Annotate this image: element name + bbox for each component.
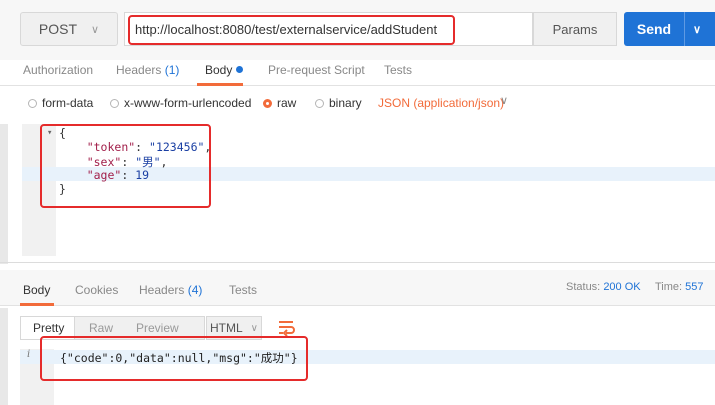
response-tab-body[interactable]: Body <box>23 283 50 297</box>
send-button[interactable]: Send ∨ <box>624 12 715 46</box>
response-scrollbar[interactable] <box>0 308 8 405</box>
radio-raw[interactable]: raw <box>263 96 296 110</box>
response-tab-tests[interactable]: Tests <box>229 283 257 297</box>
response-headers-count: (4) <box>187 283 203 297</box>
tab-prerequest-script[interactable]: Pre-request Script <box>268 63 365 77</box>
radio-icon <box>315 98 324 108</box>
method-label: POST <box>38 21 78 37</box>
response-tab-headers[interactable]: Headers (4) <box>139 283 202 297</box>
method-select[interactable]: POST ∨ <box>20 12 118 46</box>
headers-count: (1) <box>164 63 180 77</box>
status-readout: Status: 200 OK <box>566 281 641 293</box>
tab-body-label: Body <box>205 63 233 77</box>
format-label: HTML <box>210 321 243 335</box>
status-label: Status: <box>566 281 601 293</box>
chevron-down-icon[interactable]: ∨ <box>693 23 701 36</box>
status-value: 200 OK <box>603 281 641 293</box>
time-value: 557 <box>685 281 704 293</box>
params-label: Params <box>552 21 598 37</box>
modified-dot-icon <box>236 66 244 73</box>
editor-scrollbar[interactable] <box>0 124 8 264</box>
radio-selected-icon <box>263 98 272 108</box>
send-divider <box>684 12 685 46</box>
active-tab-indicator <box>197 83 243 86</box>
send-label: Send <box>636 21 672 37</box>
chevron-down-icon: ∨ <box>250 322 258 334</box>
editor-divider <box>0 262 715 263</box>
request-tabs: Authorization Headers (1) Body Pre-reque… <box>0 60 715 86</box>
info-icon: i <box>27 349 31 360</box>
content-type-select[interactable]: JSON (application/json) <box>378 96 504 110</box>
radio-label: form-data <box>42 96 94 110</box>
tab-headers-label: Headers <box>116 63 162 77</box>
radio-label: x-www-form-urlencoded <box>124 96 252 110</box>
time-label: Time: <box>655 281 683 293</box>
tab-tests[interactable]: Tests <box>384 63 412 77</box>
response-tab-cookies[interactable]: Cookies <box>75 283 118 297</box>
radio-icon <box>28 98 37 108</box>
radio-binary[interactable]: binary <box>315 96 362 110</box>
time-readout: Time: 557 <box>655 281 704 293</box>
tab-headers[interactable]: Headers (1) <box>116 63 179 77</box>
response-active-tab-indicator <box>20 303 54 306</box>
radio-form-data[interactable]: form-data <box>28 96 93 110</box>
response-tab-headers-label: Headers <box>139 283 185 297</box>
radio-label: raw <box>277 96 297 110</box>
response-annotation-box <box>40 336 308 381</box>
url-annotation-box <box>128 15 455 45</box>
radio-label: binary <box>329 96 362 110</box>
tab-body[interactable]: Body <box>205 63 244 77</box>
request-body-annotation-box <box>40 124 211 208</box>
chevron-down-icon: ∨ <box>91 23 100 36</box>
radio-urlencoded[interactable]: x-www-form-urlencoded <box>110 96 251 110</box>
response-tabs: Body Cookies Headers (4) Tests Status: 2… <box>0 270 715 306</box>
tab-authorization[interactable]: Authorization <box>23 63 93 77</box>
chevron-down-icon[interactable]: ∨ <box>500 94 508 107</box>
params-button[interactable]: Params <box>533 12 617 46</box>
radio-icon <box>110 98 119 108</box>
